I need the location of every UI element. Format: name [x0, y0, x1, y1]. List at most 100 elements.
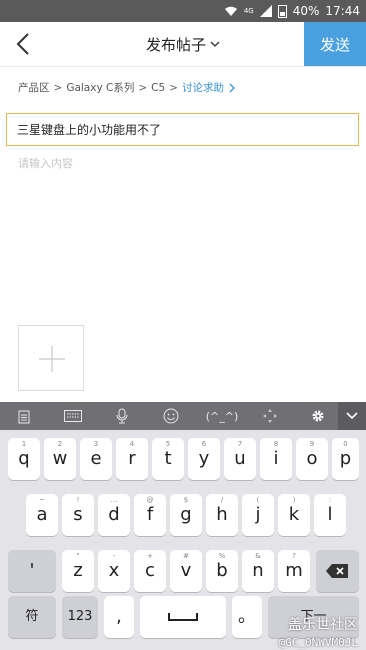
- key-u[interactable]: 7u: [224, 438, 256, 480]
- key-hint: ": [76, 552, 80, 560]
- key-hint: 4: [129, 440, 135, 448]
- key-apostrophe[interactable]: ': [8, 550, 56, 592]
- backspace-key[interactable]: [316, 550, 359, 592]
- key-label: i: [273, 448, 279, 469]
- key-g[interactable]: $ g: [170, 494, 202, 536]
- key-m[interactable]: ? m: [278, 550, 310, 592]
- add-image-button[interactable]: [18, 325, 84, 391]
- key-r[interactable]: 4r: [116, 438, 148, 480]
- key-hint: (: [256, 496, 260, 504]
- key-x[interactable]: -x: [98, 550, 130, 592]
- key-l[interactable]: :l: [314, 494, 346, 536]
- key-label: w: [52, 448, 68, 469]
- key-label: h: [216, 504, 228, 525]
- key-e[interactable]: 3e: [80, 438, 112, 480]
- key-t[interactable]: 5t: [152, 438, 184, 480]
- key-q[interactable]: 1q: [8, 438, 40, 480]
- key-label: r: [128, 448, 136, 469]
- key-o[interactable]: 9o: [296, 438, 328, 480]
- period-key[interactable]: 。: [232, 596, 262, 638]
- key-label: q: [18, 448, 30, 469]
- key-label: m: [285, 560, 303, 581]
- key-hint: 8: [273, 440, 279, 448]
- microphone-icon: [116, 408, 128, 424]
- send-button[interactable]: 发送: [304, 22, 366, 66]
- breadcrumb-item-galaxy-c[interactable]: Galaxy C系列: [66, 80, 134, 95]
- key-hint: 9: [309, 440, 315, 448]
- key-hint: #: [183, 552, 189, 560]
- key-hint: 2: [57, 440, 63, 448]
- key-s[interactable]: ! s: [62, 494, 94, 536]
- key-label: u: [234, 448, 246, 469]
- key-hint: ~: [39, 496, 45, 504]
- key-label: v: [180, 560, 192, 581]
- emoji-button[interactable]: [157, 402, 185, 430]
- breadcrumb-separator: >: [53, 81, 63, 94]
- key-hint: %: [218, 552, 226, 560]
- breadcrumb-item-c5[interactable]: C5: [151, 82, 165, 94]
- numbers-key[interactable]: 123: [62, 596, 98, 638]
- post-type-selector[interactable]: 发布帖子: [120, 22, 246, 66]
- signal-icon: [259, 5, 272, 17]
- key-k[interactable]: ) k: [278, 494, 310, 536]
- settings-button[interactable]: [304, 402, 332, 430]
- key-v[interactable]: # v: [170, 550, 202, 592]
- key-c[interactable]: + c: [134, 550, 166, 592]
- watermark-brand: 盖乐世社区: [288, 617, 358, 633]
- title-input[interactable]: [7, 114, 358, 145]
- space-key[interactable]: [140, 596, 226, 638]
- space-icon: [168, 613, 198, 621]
- key-hint: /: [220, 496, 224, 504]
- key-label: d: [108, 504, 120, 525]
- keyboard-toolbar: (^_^): [0, 402, 366, 430]
- key-label: p: [339, 448, 352, 469]
- page-title: 发布帖子: [145, 35, 206, 54]
- key-n[interactable]: & n: [242, 550, 274, 592]
- key-label: a: [36, 504, 48, 525]
- key-i[interactable]: 8i: [260, 438, 292, 480]
- key-hint: -: [112, 552, 116, 560]
- breadcrumb: 产品区 > Galaxy C系列 > C5 > 讨论求助: [18, 80, 236, 95]
- clipboard-button[interactable]: [10, 402, 38, 430]
- key-label: n: [252, 560, 264, 581]
- key-p[interactable]: 0p: [332, 438, 359, 480]
- cursor-move-button[interactable]: [256, 402, 284, 430]
- plus-icon: [39, 346, 65, 372]
- key-label: j: [255, 504, 261, 525]
- key-label: ': [29, 560, 35, 581]
- keyboard: (^_^) 1q 2w 3e 4r 5t 6y 7u 8i 9o 0p ~ a !…: [0, 402, 366, 650]
- battery-icon: [277, 4, 287, 18]
- key-j[interactable]: (j: [242, 494, 274, 536]
- back-icon[interactable]: [10, 30, 38, 58]
- key-label: x: [108, 560, 120, 581]
- breadcrumb-item-product-area[interactable]: 产品区: [18, 80, 50, 95]
- key-hint: 7: [237, 440, 243, 448]
- voice-input-button[interactable]: [108, 402, 136, 430]
- chevron-right-icon[interactable]: [228, 83, 236, 93]
- key-f[interactable]: @ f: [134, 494, 166, 536]
- key-b[interactable]: % b: [206, 550, 238, 592]
- emoticon-button[interactable]: (^_^): [200, 402, 244, 430]
- backspace-icon: [326, 564, 348, 578]
- symbol-key[interactable]: 符: [8, 596, 56, 638]
- comma-key[interactable]: ,: [104, 596, 134, 638]
- content-input[interactable]: [18, 155, 348, 305]
- key-label: o: [306, 448, 318, 469]
- key-label: b: [216, 560, 228, 581]
- collapse-keyboard-button[interactable]: [338, 402, 366, 430]
- key-y[interactable]: 6y: [188, 438, 220, 480]
- breadcrumb-current-forum[interactable]: 讨论求助: [182, 80, 224, 95]
- status-right: 4G 40% 17:44: [224, 3, 360, 19]
- key-h[interactable]: / h: [206, 494, 238, 536]
- key-a[interactable]: ~ a: [26, 494, 58, 536]
- battery-percent: 40%: [292, 4, 320, 18]
- keyboard-layout-button[interactable]: [58, 402, 88, 430]
- chevron-down-icon: [210, 41, 220, 47]
- key-d[interactable]: … d: [98, 494, 130, 536]
- emoji-icon: [163, 408, 179, 424]
- key-label: k: [288, 504, 300, 525]
- key-w[interactable]: 2w: [44, 438, 76, 480]
- key-label: 。: [238, 606, 256, 627]
- key-z[interactable]: " z: [62, 550, 94, 592]
- key-label: z: [73, 560, 83, 581]
